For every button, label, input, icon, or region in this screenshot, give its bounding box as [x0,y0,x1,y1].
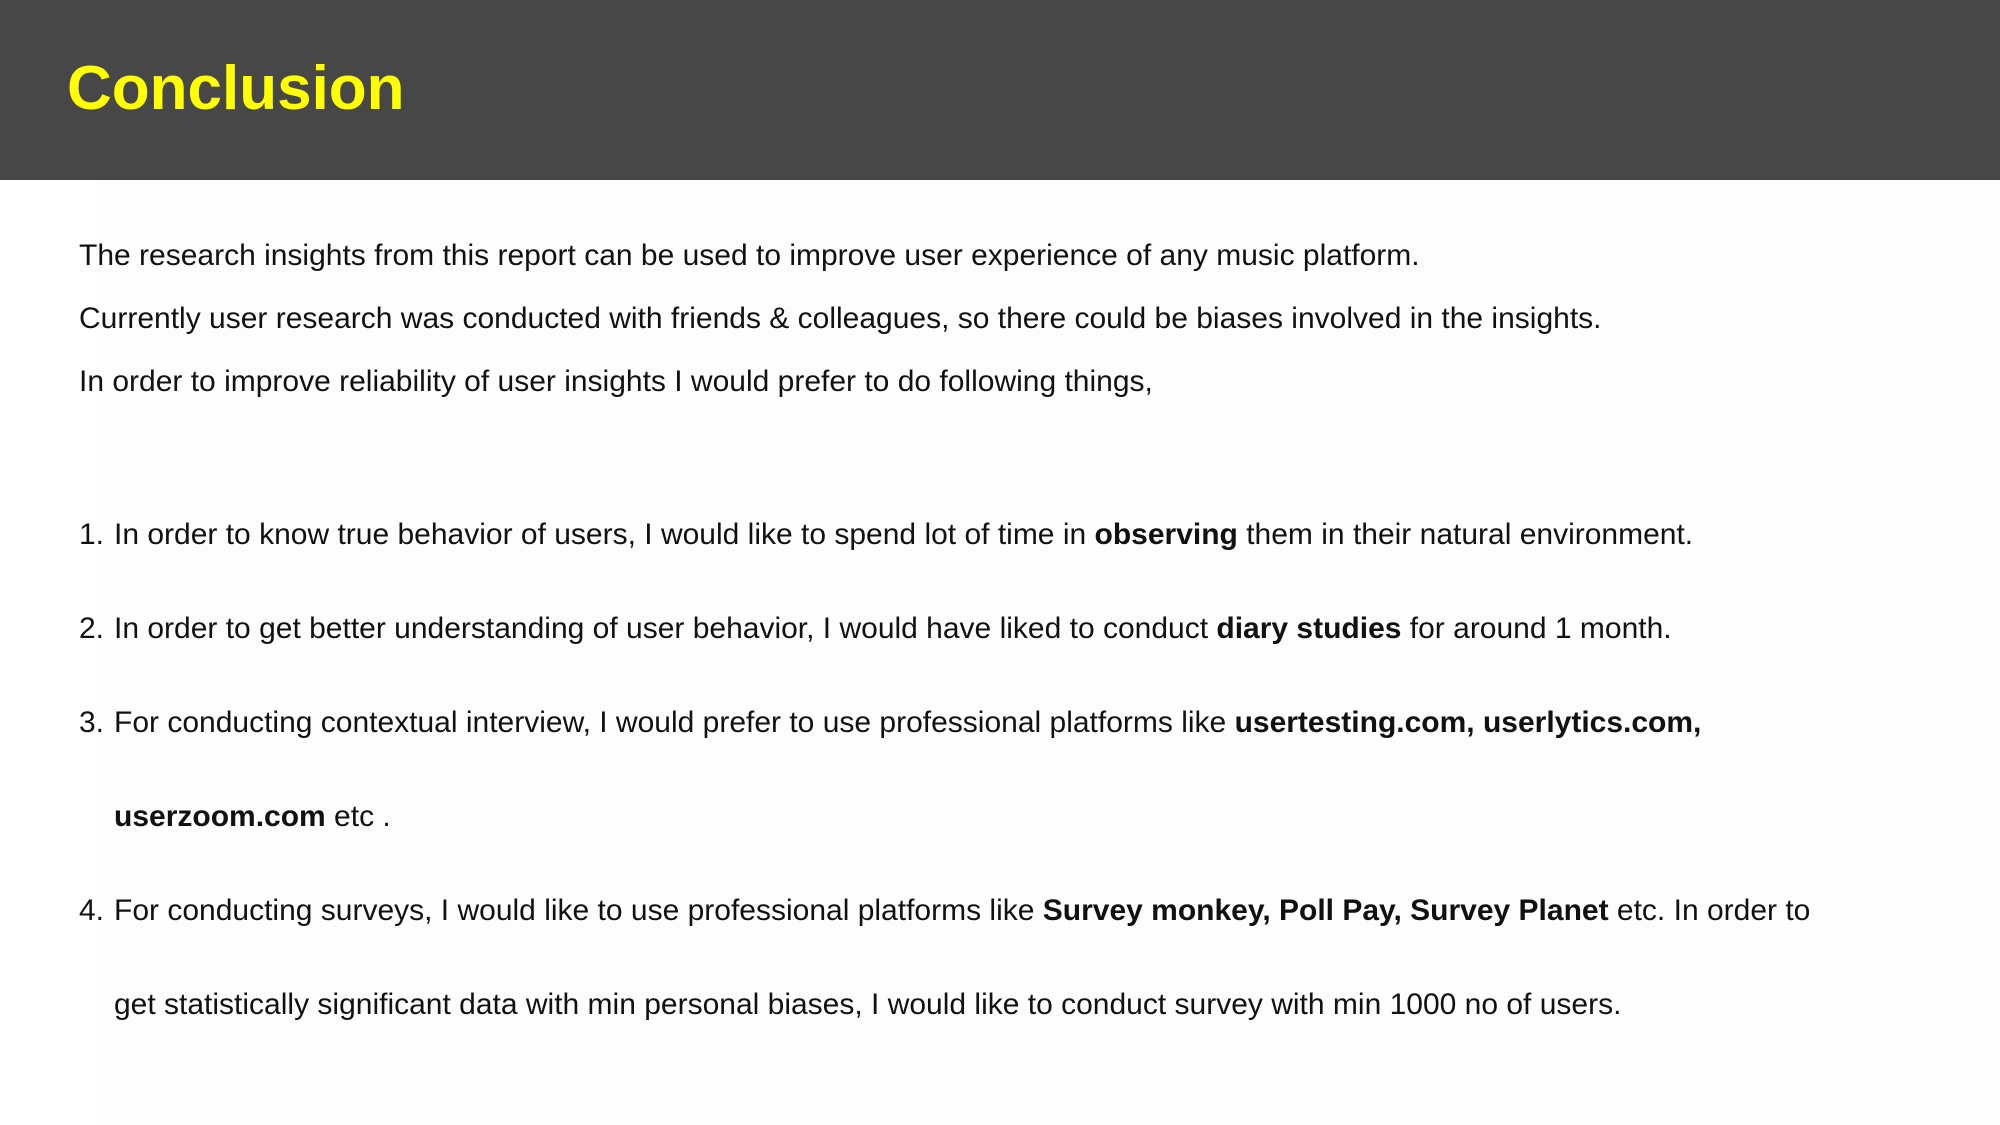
list-item: 2. In order to get better understanding o… [79,582,1979,676]
list-number: 2. [79,612,105,645]
item-text: get statistically significant data with … [114,988,1622,1021]
item-text: For conducting contextual interview, I w… [114,706,1235,739]
item-text: In order to know true behavior of users,… [114,518,1095,551]
slide-title: Conclusion [67,54,405,123]
intro-line: In order to improve reliability of user … [79,365,1153,398]
list-item: 1. In order to know true behavior of user… [79,488,1979,582]
slide: Conclusion The research insights from th… [0,0,2000,1125]
intro-text: The research insights from this report c… [79,224,1929,413]
item-emphasis: Survey monkey, Poll Pay, Survey Planet [1042,894,1609,927]
item-emphasis: userzoom.com [114,800,326,833]
list-number: 3. [79,706,105,739]
item-text: them in their natural environment. [1237,518,1694,551]
list-number: 1. [79,518,105,551]
list-item: 3. For conducting contextual interview, I… [79,676,1979,864]
item-emphasis: observing [1094,518,1238,551]
intro-line: Currently user research was conducted wi… [79,302,1602,335]
item-text: For conducting surveys, I would like to … [114,894,1043,927]
recommendation-list: 1. In order to know true behavior of user… [79,488,1979,1052]
item-text: for around 1 month. [1401,612,1672,645]
item-text: In order to get better understanding of … [114,612,1217,645]
item-emphasis: usertesting.com, userlytics.com, [1234,706,1702,739]
list-number: 4. [79,894,105,927]
intro-line: The research insights from this report c… [79,239,1420,272]
list-item: 4. For conducting surveys, I would like t… [79,864,1979,1052]
item-text: etc . [325,800,391,833]
item-text: etc. In order to [1608,894,1811,927]
item-emphasis: diary studies [1216,612,1402,645]
